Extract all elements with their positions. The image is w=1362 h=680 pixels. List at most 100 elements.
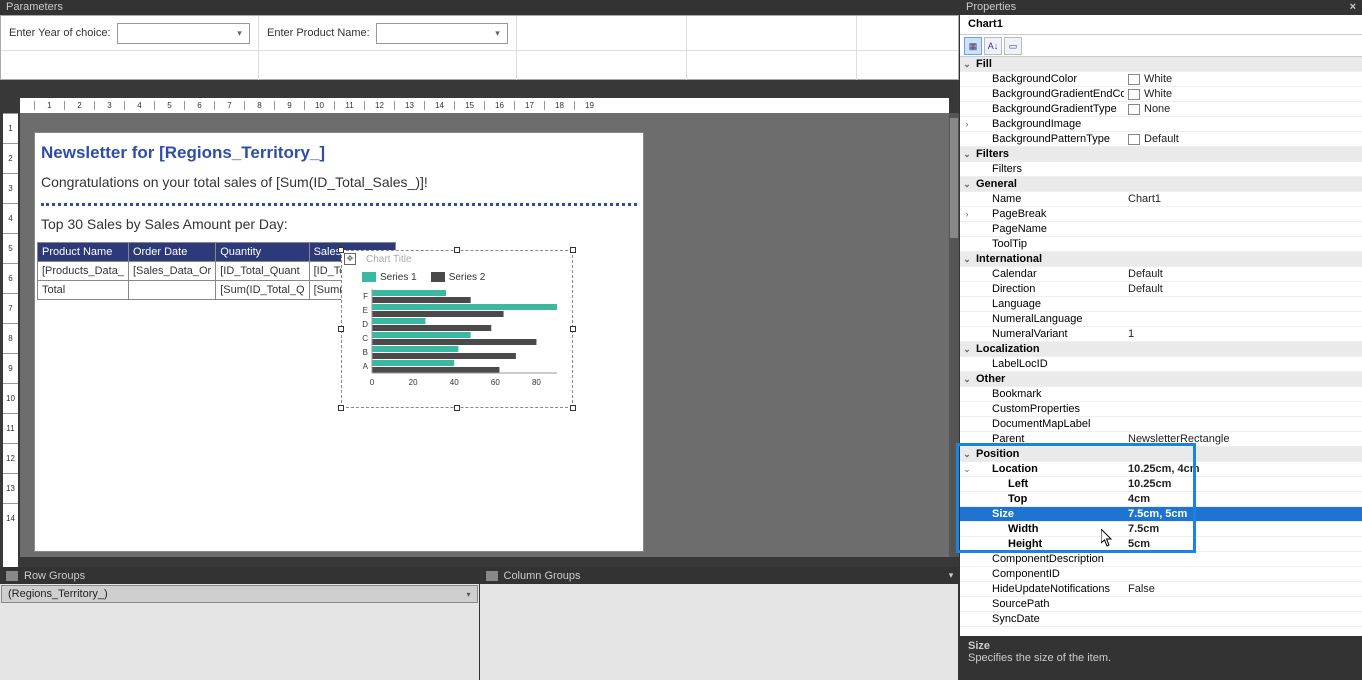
properties-grid[interactable]: ⌄FillBackgroundColorWhiteBackgroundGradi… [960, 57, 1362, 636]
property-row[interactable]: Height5cm [960, 537, 1362, 552]
resize-handle[interactable] [570, 405, 576, 411]
resize-handle[interactable] [454, 247, 460, 253]
td[interactable]: [ID_Total_Quant [216, 261, 309, 280]
categorized-view-button[interactable]: ▦ [964, 37, 982, 55]
param-product-select[interactable]: ▾ [376, 23, 508, 44]
property-category[interactable]: ⌄International [960, 252, 1362, 267]
property-row[interactable]: ComponentDescription [960, 552, 1362, 567]
property-pages-button[interactable]: ▭ [1004, 37, 1022, 55]
row-groups-header: Row Groups [0, 567, 479, 584]
report-congrats[interactable]: Congratulations on your total sales of [… [35, 169, 643, 197]
report-title[interactable]: Newsletter for [Regions_Territory_] [35, 133, 643, 169]
chart-title-placeholder[interactable]: Chart Title [342, 251, 572, 268]
properties-header: Properties × [960, 0, 1362, 15]
chart-legend[interactable]: Series 1 Series 2 [342, 268, 572, 287]
legend-swatch-2 [431, 272, 445, 282]
property-row[interactable]: SourcePath [960, 597, 1362, 612]
th-orderdate[interactable]: Order Date [128, 242, 215, 261]
property-row[interactable]: ComponentID [960, 567, 1362, 582]
param-empty-1[interactable] [517, 16, 687, 50]
dotted-separator [41, 203, 637, 206]
property-category[interactable]: ⌄Filters [960, 147, 1362, 162]
property-row[interactable]: ⌄Size7.5cm, 5cm [960, 507, 1362, 522]
property-row[interactable]: Language [960, 297, 1362, 312]
svg-text:B: B [363, 348, 368, 357]
property-category[interactable]: ⌄General [960, 177, 1362, 192]
td[interactable]: [Sales_Data_Or [128, 261, 215, 280]
td[interactable]: [Sum(ID_Total_Q [216, 280, 309, 299]
row-group-item[interactable]: (Regions_Territory_) ▾ [1, 585, 478, 603]
property-row[interactable]: ›PageBreak [960, 207, 1362, 222]
group-panel-menu[interactable]: ▾ [944, 567, 958, 584]
dropdown-arrow-icon: ▾ [232, 26, 247, 41]
row-groups-panel: Row Groups (Regions_Territory_) ▾ [0, 567, 480, 680]
property-row[interactable]: Filters [960, 162, 1362, 177]
param-year-select[interactable]: ▾ [117, 23, 250, 44]
columns-icon [486, 571, 498, 581]
svg-text:20: 20 [409, 378, 418, 387]
parameters-panel-title: Parameters [0, 0, 959, 15]
svg-text:60: 60 [491, 378, 500, 387]
property-row[interactable]: ›BackgroundImage [960, 117, 1362, 132]
property-row[interactable]: HideUpdateNotificationsFalse [960, 582, 1362, 597]
chart-plot[interactable]: FEDCBA020406080 [352, 287, 562, 387]
property-category[interactable]: ⌄Localization [960, 342, 1362, 357]
resize-handle[interactable] [338, 405, 344, 411]
td[interactable] [128, 280, 215, 299]
report-page[interactable]: Newsletter for [Regions_Territory_] Cong… [34, 132, 644, 552]
property-row[interactable]: CalendarDefault [960, 267, 1362, 282]
property-row[interactable]: Width7.5cm [960, 522, 1362, 537]
scrollbar-thumb[interactable] [950, 118, 958, 238]
canvas-background[interactable]: Newsletter for [Regions_Territory_] Cong… [20, 113, 949, 557]
dropdown-arrow-icon[interactable]: ▾ [466, 590, 470, 599]
property-row[interactable]: BackgroundGradientEndColorWhite [960, 87, 1362, 102]
property-row[interactable]: NameChart1 [960, 192, 1362, 207]
resize-handle[interactable] [338, 247, 344, 253]
resize-handle[interactable] [570, 247, 576, 253]
alphabetical-view-button[interactable]: A↓ [984, 37, 1002, 55]
td[interactable]: [Products_Data_ [38, 261, 129, 280]
design-scrollbar-vertical[interactable] [949, 113, 959, 557]
move-grip-icon[interactable]: ✥ [344, 253, 356, 265]
column-groups-body[interactable] [480, 584, 959, 680]
property-row[interactable]: NumeralVariant1 [960, 327, 1362, 342]
property-row[interactable]: NumeralLanguage [960, 312, 1362, 327]
properties-object-name[interactable]: Chart1 [960, 15, 1362, 35]
th-product[interactable]: Product Name [38, 242, 129, 261]
row-group-label: (Regions_Territory_) [8, 588, 108, 600]
resize-handle[interactable] [570, 326, 576, 332]
property-row[interactable]: SyncDate [960, 612, 1362, 627]
resize-handle[interactable] [454, 405, 460, 411]
property-row[interactable]: ParentNewsletterRectangle [960, 432, 1362, 447]
resize-handle[interactable] [338, 326, 344, 332]
property-category[interactable]: ⌄Other [960, 372, 1362, 387]
chart-object[interactable]: ✥ Chart Title Series 1 Series 2 FEDCBA02… [341, 250, 573, 408]
property-row[interactable]: BackgroundGradientTypeNone [960, 102, 1362, 117]
property-row[interactable]: LabelLocID [960, 357, 1362, 372]
design-surface: 12345678910111213141516171819 1234567891… [0, 80, 959, 567]
property-row[interactable]: Top4cm [960, 492, 1362, 507]
td-total[interactable]: Total [38, 280, 129, 299]
property-row[interactable]: BackgroundPatternTypeDefault [960, 132, 1362, 147]
property-category[interactable]: ⌄Fill [960, 57, 1362, 72]
property-row[interactable]: CustomProperties [960, 402, 1362, 417]
property-row[interactable]: Bookmark [960, 387, 1362, 402]
property-row[interactable]: DocumentMapLabel [960, 417, 1362, 432]
close-icon[interactable]: × [1350, 1, 1356, 14]
property-row[interactable]: DirectionDefault [960, 282, 1362, 297]
properties-toolbar: ▦ A↓ ▭ [960, 35, 1362, 57]
report-subtitle[interactable]: Top 30 Sales by Sales Amount per Day: [35, 210, 643, 238]
column-groups-title: Column Groups [504, 570, 581, 582]
th-qty[interactable]: Quantity [216, 242, 309, 261]
property-row[interactable]: ⌄Location10.25cm, 4cm [960, 462, 1362, 477]
property-row[interactable]: Left10.25cm [960, 477, 1362, 492]
param-empty-2[interactable] [687, 16, 857, 50]
property-row[interactable]: ToolTip [960, 237, 1362, 252]
svg-text:80: 80 [532, 378, 541, 387]
ruler-horizontal: 12345678910111213141516171819 [20, 98, 949, 113]
property-category[interactable]: ⌄Position [960, 447, 1362, 462]
property-row[interactable]: BackgroundColorWhite [960, 72, 1362, 87]
property-row[interactable]: PageName [960, 222, 1362, 237]
svg-text:0: 0 [370, 378, 375, 387]
row-groups-body[interactable]: (Regions_Territory_) ▾ [0, 584, 479, 680]
